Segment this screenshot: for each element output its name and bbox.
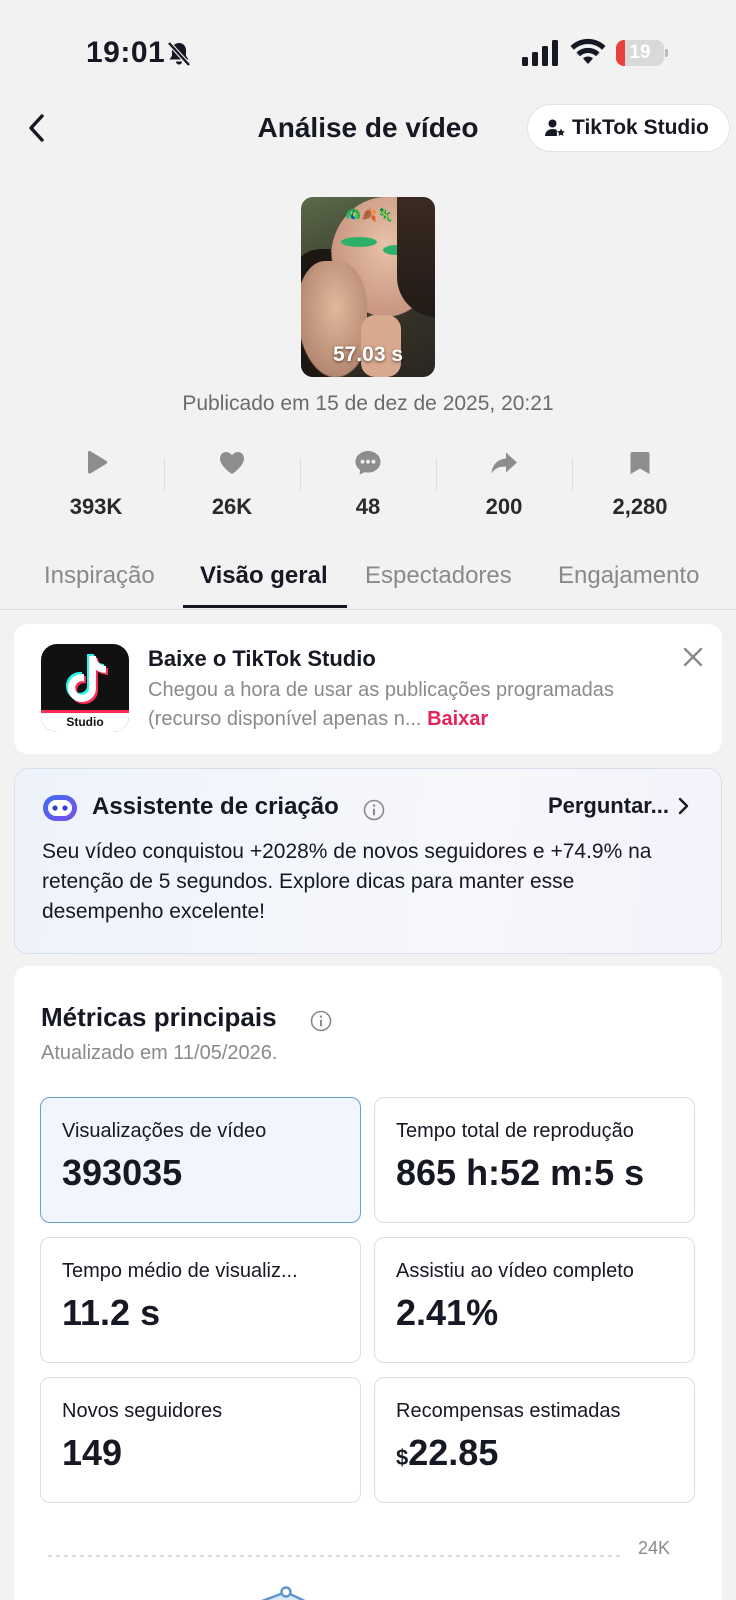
bookmark-icon xyxy=(630,452,650,474)
status-time: 19:01 xyxy=(86,36,166,69)
tiktok-logo-icon xyxy=(66,654,108,704)
header: Análise de vídeo TikTok Studio xyxy=(0,100,736,156)
currency-symbol: $ xyxy=(396,1445,409,1470)
chart-max-label: 24K xyxy=(638,1538,671,1558)
wifi-icon xyxy=(570,38,606,64)
metric-label: Visualizações de vídeo xyxy=(62,1120,267,1142)
assistant-message: Seu vídeo conquistou +2028% de novos seg… xyxy=(42,840,652,923)
metric-label: Tempo médio de visualiz... xyxy=(62,1260,298,1282)
play-icon xyxy=(88,450,108,474)
heart-icon xyxy=(220,452,244,474)
creation-assistant-card[interactable]: Assistente de criação Perguntar... Seu v… xyxy=(14,768,722,954)
chart-area xyxy=(264,1592,303,1600)
studio-promo-card: Studio Baixe o TikTok Studio Chegou a ho… xyxy=(14,624,722,754)
metrics-title: Métricas principais xyxy=(41,1002,277,1032)
stat-comments: 48 xyxy=(300,440,436,524)
tab-visao-geral[interactable]: Visão geral xyxy=(200,562,328,590)
user-star-icon xyxy=(545,119,565,136)
metric-value: 393035 xyxy=(62,1152,183,1193)
assistant-bot-icon xyxy=(43,795,77,821)
stat-shares: 200 xyxy=(436,440,572,524)
tiktok-studio-button[interactable]: TikTok Studio xyxy=(527,104,730,152)
metric-value: 865 h:52 m:5 s xyxy=(396,1152,645,1193)
download-link[interactable]: Baixar xyxy=(427,708,488,730)
metric-watched-full-video[interactable]: Assistiu ao vídeo completo 2.41% xyxy=(374,1237,695,1363)
published-date: Publicado em 15 de dez de 2025, 20:21 xyxy=(182,392,554,415)
metric-estimated-rewards[interactable]: Recompensas estimadas $22.85 xyxy=(374,1377,695,1503)
metric-video-views[interactable]: Visualizações de vídeo 393035 xyxy=(40,1097,361,1223)
share-icon xyxy=(491,452,517,474)
metric-value: 149 xyxy=(62,1432,123,1473)
info-icon[interactable] xyxy=(310,1010,332,1032)
thumbnail-emoji: 🦚🍂🦎 xyxy=(345,207,394,222)
metrics-updated-date: Atualizado em 11/05/2026. xyxy=(41,1042,278,1064)
metric-average-watch-time[interactable]: Tempo médio de visualiz... 11.2 s xyxy=(40,1237,361,1363)
stat-likes: 26K xyxy=(164,440,300,524)
signal-icon xyxy=(522,40,558,66)
metric-total-watch-time[interactable]: Tempo total de reprodução 865 h:52 m:5 s xyxy=(374,1097,695,1223)
metric-value: 2.41% xyxy=(396,1292,499,1333)
metric-value: 11.2 s xyxy=(62,1292,161,1333)
stat-views: 393K xyxy=(28,440,164,524)
stat-value: 200 xyxy=(485,494,523,519)
metric-label: Recompensas estimadas xyxy=(396,1400,621,1422)
views-chart xyxy=(48,1555,622,1600)
battery-indicator: 19 xyxy=(616,40,668,66)
ask-assistant-link[interactable]: Perguntar... xyxy=(548,793,691,819)
comment-icon xyxy=(355,451,381,475)
tab-bar: Inspiração Visão geral Espectadores Enga… xyxy=(0,556,736,610)
tab-inspiracao[interactable]: Inspiração xyxy=(44,562,155,590)
stat-value: 2,280 xyxy=(612,494,668,519)
metric-label: Assistiu ao vídeo completo xyxy=(396,1260,634,1282)
metric-label: Tempo total de reprodução xyxy=(396,1120,634,1142)
key-metrics-card: Métricas principais Atualizado em 11/05/… xyxy=(14,966,722,1600)
promo-description: Chegou a hora de usar as publicações pro… xyxy=(148,679,614,730)
tiktok-studio-app-icon: Studio xyxy=(41,644,129,732)
active-tab-indicator xyxy=(183,605,347,608)
battery-level: 19 xyxy=(629,42,651,63)
assistant-title: Assistente de criação xyxy=(92,793,339,820)
status-bar: 19:01 19 xyxy=(0,0,736,100)
video-duration: 57.03 s xyxy=(332,343,404,366)
chevron-right-icon xyxy=(678,797,689,815)
stat-value: 48 xyxy=(355,494,381,519)
metric-new-followers[interactable]: Novos seguidores 149 xyxy=(40,1377,361,1503)
stat-value: 393K xyxy=(69,494,123,519)
app-icon-badge: Studio xyxy=(41,710,129,732)
tiktok-studio-label: TikTok Studio xyxy=(572,116,709,139)
promo-title: Baixe o TikTok Studio xyxy=(148,646,376,671)
bell-muted-icon xyxy=(167,41,191,67)
tab-espectadores[interactable]: Espectadores xyxy=(365,562,512,590)
close-icon[interactable] xyxy=(680,644,706,670)
promo-text: Chegou a hora de usar as publicações pro… xyxy=(148,676,648,734)
chart-point xyxy=(280,1586,292,1598)
tab-engajamento[interactable]: Engajamento xyxy=(558,562,699,590)
metric-label: Novos seguidores xyxy=(62,1400,223,1422)
video-thumbnail[interactable]: 🦚🍂🦎 57.03 s xyxy=(301,197,435,377)
stat-saves: 2,280 xyxy=(572,440,708,524)
reward-amount: 22.85 xyxy=(408,1432,499,1473)
stats-row: 393K 26K 48 200 2,280 xyxy=(28,440,708,524)
metric-value: $22.85 xyxy=(396,1432,498,1474)
stat-value: 26K xyxy=(211,494,253,519)
ask-assistant-label: Perguntar... xyxy=(547,793,669,818)
info-icon[interactable] xyxy=(363,799,385,821)
